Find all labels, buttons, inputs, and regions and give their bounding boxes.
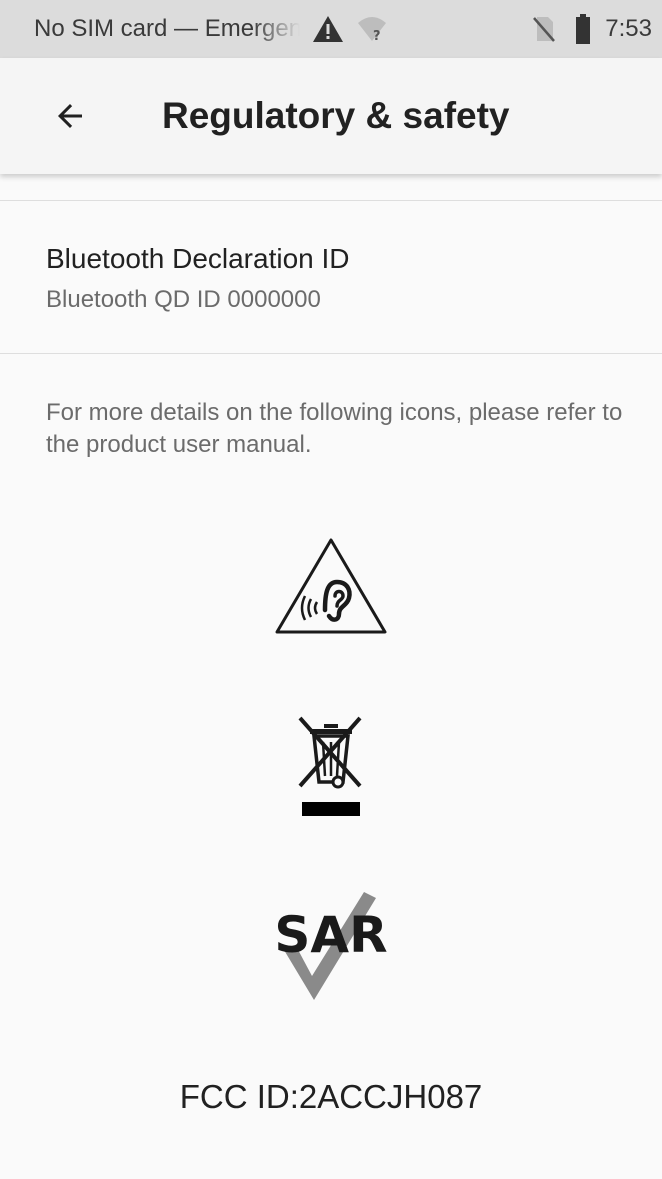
weee-crossed-bin-icon	[298, 716, 362, 816]
warning-icon	[312, 15, 344, 43]
battery-icon	[575, 14, 591, 44]
fcc-id: FCC ID:2ACCJH087	[179, 1078, 483, 1115]
svg-text:?: ?	[373, 29, 381, 43]
info-text: For more details on the following icons,…	[46, 399, 623, 458]
bluetooth-declaration-item[interactable]: Bluetooth Declaration ID Bluetooth QD ID…	[0, 201, 662, 353]
page-title: Regulatory & safety	[162, 95, 510, 136]
sar-logo-text: SAR	[274, 906, 387, 964]
carrier-text: No SIM card — Emergency calls only	[34, 15, 300, 42]
arrow-back-icon	[58, 104, 82, 128]
sar-check-icon: SAR	[274, 892, 388, 1000]
wifi-unknown-icon: ?	[356, 15, 388, 43]
back-button[interactable]	[40, 86, 100, 146]
no-sim-icon	[531, 15, 557, 43]
hearing-warning-block	[0, 536, 662, 636]
hearing-warning-icon	[275, 538, 387, 634]
weee-block	[0, 716, 662, 818]
status-bar: No SIM card — Emergency calls only ? 7:5…	[0, 0, 662, 58]
sar-logo-block: SAR	[0, 884, 662, 1004]
bluetooth-declaration-summary: Bluetooth QD ID 0000000	[46, 286, 321, 313]
app-bar: Regulatory & safety	[0, 58, 662, 174]
content-list: Bluetooth Declaration ID Bluetooth QD ID…	[0, 174, 662, 461]
status-time: 7:53	[605, 15, 652, 42]
bluetooth-declaration-title: Bluetooth Declaration ID	[46, 243, 350, 274]
